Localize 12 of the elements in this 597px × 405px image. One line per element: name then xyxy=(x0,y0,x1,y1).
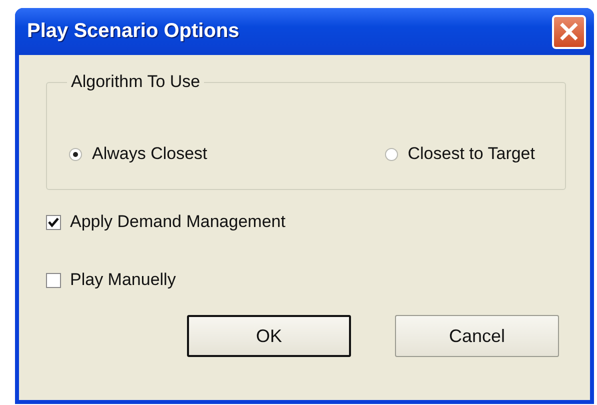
dialog-button[interactable]: Cancel xyxy=(395,315,559,357)
radio-button[interactable] xyxy=(384,148,398,160)
radio-label: Always Closest xyxy=(92,144,208,164)
group-label: Algorithm To Use xyxy=(70,72,202,92)
dialog-button[interactable]: OK xyxy=(187,315,351,357)
checkbox-label: Apply Demand Management xyxy=(70,212,286,232)
checkbox[interactable] xyxy=(46,214,61,230)
radio-button[interactable] xyxy=(69,148,82,160)
checkbox[interactable] xyxy=(46,272,61,288)
checkbox-label: Play Manuelly xyxy=(70,270,176,290)
radio-label: Closest to Target xyxy=(408,144,535,164)
window-title: Play Scenario Options xyxy=(27,20,240,43)
